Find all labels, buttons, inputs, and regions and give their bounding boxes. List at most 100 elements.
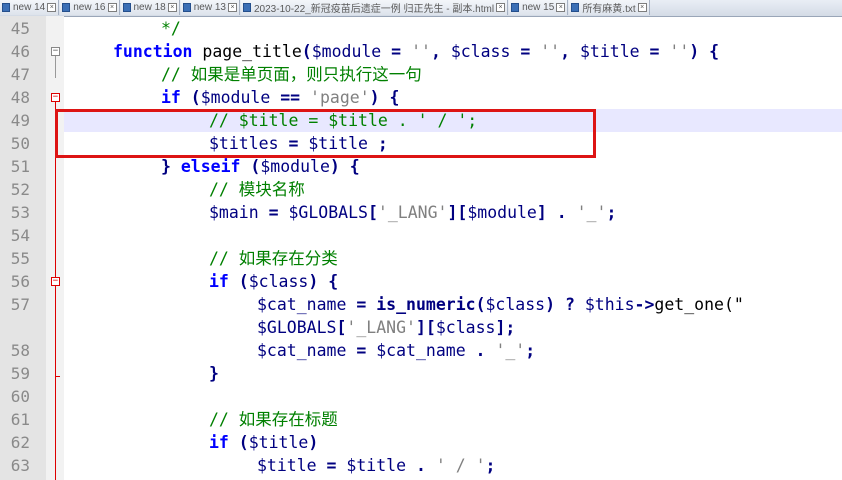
code-line[interactable]: 53 $main = $GLOBALS['_LANG'][$module] . '… (0, 201, 842, 224)
code-text: $GLOBALS['_LANG'][$class]; (257, 316, 515, 339)
code-token: '_LANG' (346, 318, 416, 337)
code-line[interactable]: 48 if ($module == 'page') { (0, 86, 842, 109)
close-icon[interactable]: × (228, 3, 237, 12)
code-token: ( (180, 88, 201, 107)
code-token: $title (248, 433, 309, 452)
code-token: // 如果存在标题 (209, 410, 338, 429)
code-token: -> (634, 295, 655, 314)
code-line[interactable]: 60 (0, 385, 842, 408)
code-token: ; (525, 341, 536, 360)
code-line[interactable]: 47 // 如果是单页面，则只执行这一句 (0, 63, 842, 86)
code-token: ) { (369, 88, 400, 107)
tab-1[interactable]: new 16 × (60, 0, 120, 15)
code-token: ( (228, 433, 249, 452)
line-number (0, 316, 30, 339)
tab-label: new 16 (73, 2, 106, 13)
tab-3[interactable]: new 13 × (180, 0, 240, 15)
fold-toggle-icon[interactable]: − (51, 93, 60, 102)
code-token: ]; (495, 318, 516, 337)
code-token: [ (367, 203, 378, 222)
code-text: $main = $GLOBALS['_LANG'][$module] . '_'… (209, 201, 616, 224)
code-line[interactable]: 57 $cat_name = is_numeric($class) ? $this… (0, 293, 842, 316)
code-line[interactable]: $GLOBALS['_LANG'][$class]; (0, 316, 842, 339)
line-number: 55 (10, 249, 30, 268)
code-token: = (381, 42, 412, 61)
code-line[interactable]: 62 if ($title) (0, 431, 842, 454)
line-number: 57 (10, 295, 30, 314)
line-background (64, 362, 842, 385)
code-token: '_LANG' (377, 203, 448, 222)
code-token: $GLOBALS (257, 318, 337, 337)
code-token: ( (228, 272, 249, 291)
code-token: $GLOBALS (288, 203, 368, 222)
code-token: ; (606, 203, 617, 222)
code-token: $module (260, 157, 330, 176)
tab-2[interactable]: new 18 × (120, 0, 180, 15)
code-line[interactable]: 56 if ($class) { (0, 270, 842, 293)
tab-5[interactable]: new 15 × (509, 0, 569, 15)
line-background (64, 224, 842, 247)
code-text: */ (161, 17, 181, 40)
file-icon (243, 3, 251, 12)
line-background (64, 270, 842, 293)
code-token: $module (467, 203, 537, 222)
code-token: if (209, 433, 229, 452)
code-line[interactable]: 46 function page_title($module = '', $cla… (0, 40, 842, 63)
code-token: , (430, 42, 451, 61)
code-text: // 模块名称 (209, 178, 305, 201)
code-token: ) { (308, 272, 339, 291)
code-line[interactable]: 45 */ (0, 17, 842, 40)
fold-toggle-icon[interactable]: − (51, 47, 60, 56)
line-number: 51 (10, 157, 30, 176)
close-icon[interactable]: × (637, 3, 647, 12)
line-background (64, 431, 842, 454)
code-text: if ($module == 'page') { (161, 86, 399, 109)
code-line[interactable]: 58 $cat_name = $cat_name . '_'; (0, 339, 842, 362)
code-token: $cat_name (376, 341, 466, 360)
tab-label: new 14 (13, 2, 46, 13)
code-line[interactable]: 61 // 如果存在标题 (0, 408, 842, 431)
line-number: 63 (10, 456, 30, 475)
code-text: // 如果存在标题 (209, 408, 338, 431)
line-number: 46 (10, 42, 30, 61)
annotation-highlight-box (55, 109, 596, 158)
code-token: get_one(" (654, 295, 744, 314)
code-token: $title (257, 456, 317, 475)
close-icon[interactable]: × (496, 3, 506, 12)
file-icon (571, 3, 580, 12)
line-number: 54 (10, 226, 30, 245)
code-text: function page_title($module = '', $class… (113, 40, 719, 63)
tab-label: new 18 (133, 2, 166, 13)
code-token: = (639, 42, 670, 61)
code-line[interactable]: 52 // 模块名称 (0, 178, 842, 201)
line-number: 53 (10, 203, 30, 222)
tab-6[interactable]: 所有麻黄.txt × (569, 0, 650, 15)
close-icon[interactable]: × (107, 3, 117, 12)
tab-label: new 13 (193, 2, 226, 13)
code-token: = (346, 341, 377, 360)
tab-4[interactable]: 2023-10-22_新冠疫苗后遗症一例 归正先生 - 副本.html × (241, 0, 509, 15)
code-token: */ (161, 19, 181, 38)
close-icon[interactable]: × (167, 3, 177, 12)
line-background (64, 385, 842, 408)
code-line[interactable]: 55 // 如果存在分类 (0, 247, 842, 270)
code-editor[interactable]: 45 */ 46 function page_title($module = '', … (0, 16, 842, 480)
close-icon[interactable]: × (556, 3, 566, 12)
file-icon (511, 3, 520, 12)
code-token: '' (540, 42, 561, 61)
fold-toggle-icon[interactable]: − (51, 277, 60, 286)
file-icon (2, 3, 10, 12)
code-token: if (161, 88, 181, 107)
code-token: $module (200, 88, 271, 107)
code-text: $title = $title . ' / '; (257, 454, 495, 477)
close-icon[interactable]: × (47, 3, 57, 12)
code-token: $this (584, 295, 635, 314)
code-token: if (209, 272, 229, 291)
tab-label: new 15 (522, 2, 555, 13)
code-line[interactable]: 63 $title = $title . ' / '; (0, 454, 842, 477)
code-token: ][ (447, 203, 468, 222)
tab-0[interactable]: new 14 × (0, 0, 60, 15)
code-line[interactable]: 51} elseif ($module) { (0, 155, 842, 178)
code-line[interactable]: 54 (0, 224, 842, 247)
code-line[interactable]: 59} (0, 362, 842, 385)
